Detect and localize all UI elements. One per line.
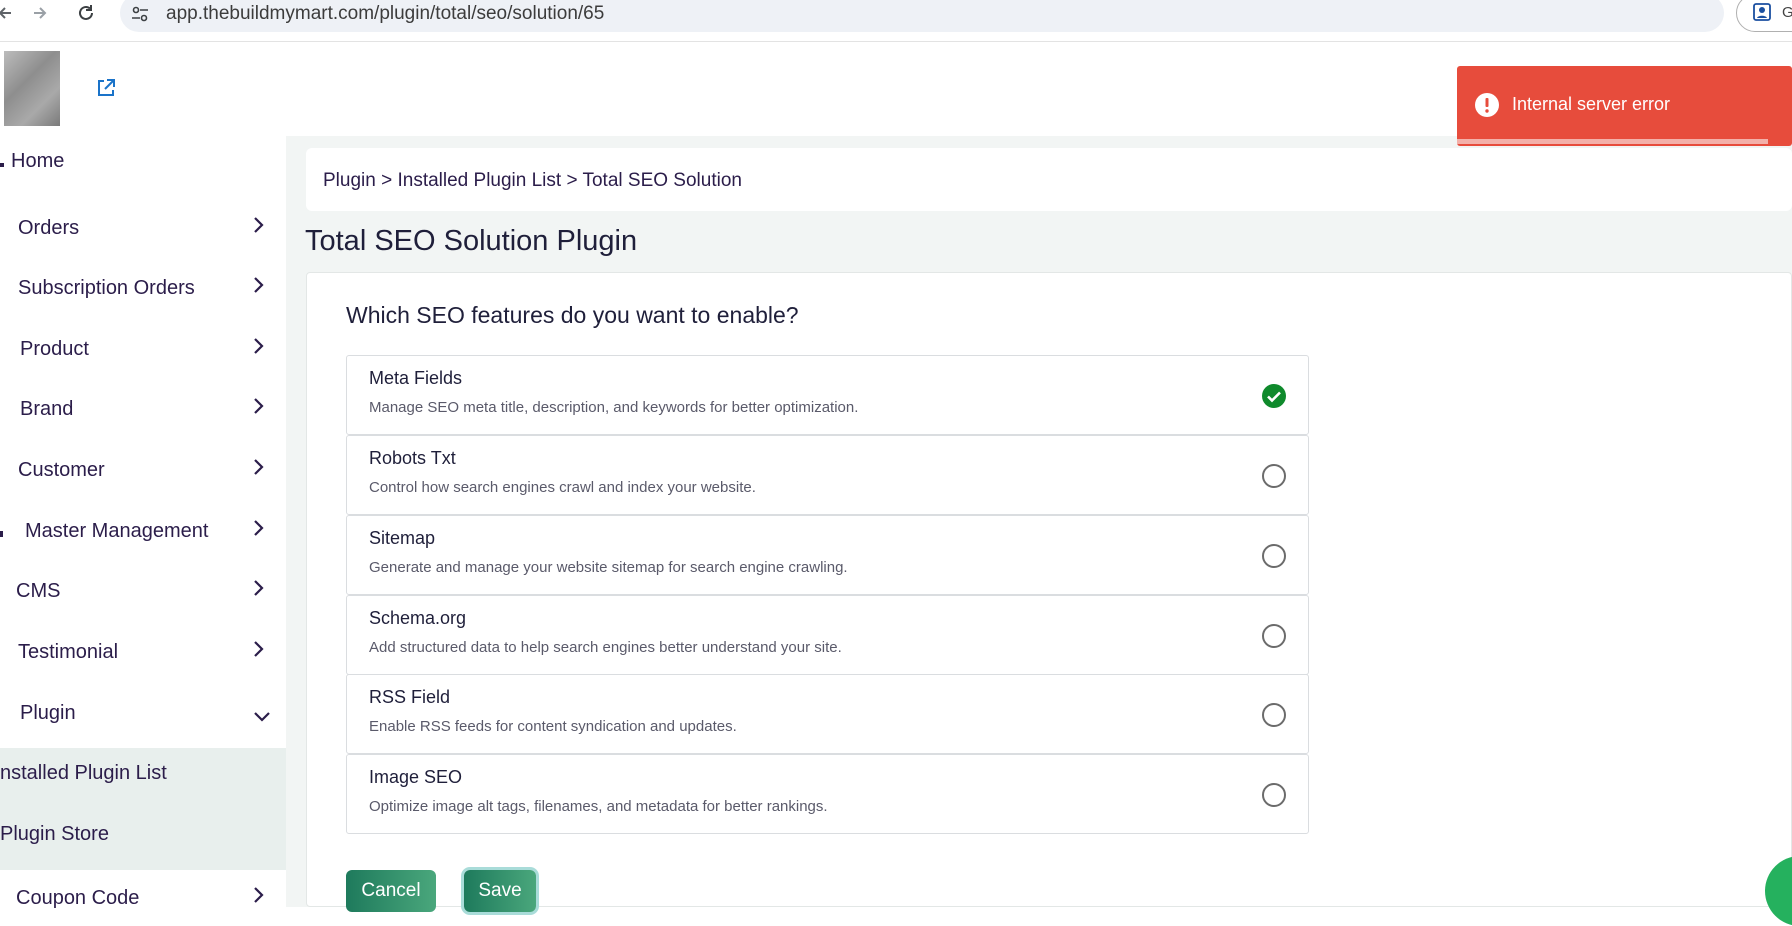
sidebar-item-label: Customer: [18, 459, 105, 481]
profile-label[interactable]: G: [1782, 4, 1792, 21]
chevron-right-icon: [254, 277, 264, 293]
radio-empty-icon[interactable]: [1261, 463, 1287, 489]
option-description: Manage SEO meta title, description, and …: [369, 399, 859, 416]
sidebar-subitem-installed-plugin-list[interactable]: nstalled Plugin List: [0, 748, 286, 800]
option-title: Robots Txt: [369, 448, 456, 468]
sidebar-item-master-management[interactable]: Master Management: [0, 506, 286, 558]
option-schema-org[interactable]: Schema.org Add structured data to help s…: [346, 595, 1309, 675]
option-description: Add structured data to help search engin…: [369, 639, 842, 656]
browser-toolbar: app.thebuildmymart.com/plugin/total/seo/…: [0, 0, 1792, 42]
reload-icon[interactable]: [74, 1, 98, 25]
chevron-right-icon: [254, 217, 264, 233]
sidebar-item-orders[interactable]: Orders: [0, 203, 286, 255]
sidebar-item-product[interactable]: Product: [0, 324, 286, 376]
chevron-right-icon: [254, 520, 264, 536]
option-description: Control how search engines crawl and ind…: [369, 479, 756, 496]
toast-progress-bar: [1457, 139, 1768, 144]
back-icon[interactable]: [0, 1, 18, 25]
features-question: Which SEO features do you want to enable…: [346, 302, 799, 328]
sidebar-item-home[interactable]: Home: [0, 136, 286, 188]
external-link-icon[interactable]: [95, 77, 117, 99]
sidebar-item-label: nstalled Plugin List: [0, 762, 167, 784]
chevron-right-icon: [254, 398, 264, 414]
breadcrumb[interactable]: Plugin > Installed Plugin List > Total S…: [323, 170, 742, 192]
sidebar-item-label: Subscription Orders: [18, 277, 195, 299]
option-description: Enable RSS feeds for content syndication…: [369, 718, 737, 735]
forward-icon[interactable]: [28, 1, 52, 25]
sidebar-item-label: Plugin: [20, 702, 76, 724]
sidebar-item-label: Orders: [18, 217, 80, 239]
page-title: Total SEO Solution Plugin: [305, 225, 638, 257]
sidebar-item-label: Brand: [20, 398, 74, 420]
radio-empty-icon[interactable]: [1261, 782, 1287, 808]
sidebar-item-label: Product: [20, 338, 89, 360]
sidebar-item-label: Master Management: [25, 520, 209, 542]
chevron-right-icon: [254, 580, 264, 596]
chevron-right-icon: [254, 641, 264, 657]
check-circle-icon[interactable]: [1261, 383, 1287, 409]
option-description: Optimize image alt tags, filenames, and …: [369, 798, 828, 815]
sidebar-item-subscription-orders[interactable]: Subscription Orders: [0, 263, 286, 315]
sidebar-item-coupon-code[interactable]: Coupon Code: [0, 873, 286, 925]
option-sitemap[interactable]: Sitemap Generate and manage your website…: [346, 515, 1309, 595]
chevron-right-icon: [254, 338, 264, 354]
site-settings-icon[interactable]: [130, 4, 150, 24]
option-robots-txt[interactable]: Robots Txt Control how search engines cr…: [346, 435, 1309, 515]
sidebar-subitem-plugin-store[interactable]: Plugin Store: [0, 809, 286, 861]
sidebar-item-label: Home: [11, 150, 65, 172]
option-meta-fields[interactable]: Meta Fields Manage SEO meta title, descr…: [346, 355, 1309, 435]
profile-icon[interactable]: [1752, 2, 1772, 22]
cancel-button[interactable]: Cancel: [346, 870, 436, 912]
sidebar-item-plugin[interactable]: Plugin: [0, 688, 286, 740]
option-title: RSS Field: [369, 687, 451, 707]
toast-message: Internal server error: [1512, 94, 1671, 114]
sidebar-item-customer[interactable]: Customer: [0, 445, 286, 497]
option-image-seo[interactable]: Image SEO Optimize image alt tags, filen…: [346, 754, 1309, 834]
store-logo: [4, 51, 60, 126]
sidebar-item-label: CMS: [16, 580, 61, 602]
sidebar-item-cms[interactable]: CMS: [0, 566, 286, 618]
save-button[interactable]: Save: [464, 870, 536, 912]
error-icon: [1475, 93, 1499, 117]
bullet-icon: [0, 163, 4, 167]
radio-empty-icon[interactable]: [1261, 623, 1287, 649]
option-title: Sitemap: [369, 528, 436, 548]
option-title: Schema.org: [369, 608, 467, 628]
option-description: Generate and manage your website sitemap…: [369, 559, 848, 576]
chevron-right-icon: [254, 459, 264, 475]
sidebar-item-brand[interactable]: Brand: [0, 384, 286, 436]
option-title: Image SEO: [369, 767, 463, 787]
chevron-down-icon: [254, 712, 270, 722]
sidebar-item-testimonial[interactable]: Testimonial: [0, 627, 286, 679]
radio-empty-icon[interactable]: [1261, 702, 1287, 728]
sidebar-item-label: Testimonial: [18, 641, 119, 663]
radio-empty-icon[interactable]: [1261, 543, 1287, 569]
chevron-right-icon: [254, 887, 264, 903]
sidebar-item-label: Plugin Store: [0, 823, 109, 845]
option-title: Meta Fields: [369, 368, 463, 388]
option-rss-field[interactable]: RSS Field Enable RSS feeds for content s…: [346, 674, 1309, 754]
url-text[interactable]: app.thebuildmymart.com/plugin/total/seo/…: [166, 3, 604, 25]
gear-icon: [0, 531, 3, 537]
